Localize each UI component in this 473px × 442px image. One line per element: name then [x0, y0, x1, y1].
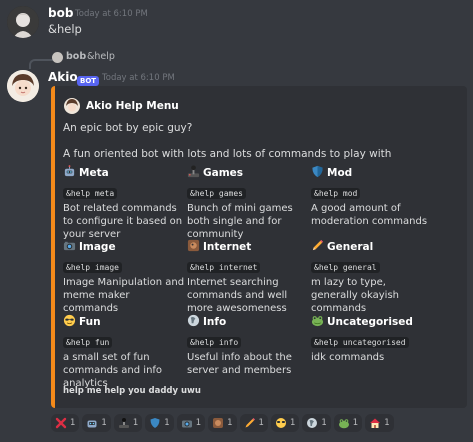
reaction-bar: 1 1 1 1 1 1 1 1 1 1 1 [51, 414, 394, 432]
username-bob[interactable]: bob [48, 6, 73, 20]
field-internet: Internet &help internet Internet searchi… [187, 239, 311, 315]
field-name: Uncategorised [327, 316, 413, 328]
reaction-count: 1 [352, 418, 359, 428]
field-code: &help info [187, 337, 242, 348]
field-meta: Meta &help meta Bot related commands to … [63, 165, 187, 241]
field-name: Mod [327, 167, 353, 179]
field-value: Bunch of mini games both single and for … [187, 203, 293, 240]
info-icon [307, 418, 318, 428]
reaction-shield[interactable]: 1 [145, 414, 174, 432]
reaction-count: 1 [321, 418, 327, 428]
field-uncategorised: Uncategorised &help uncategorised idk co… [311, 314, 461, 364]
embed-footer: help me help you daddy uwu [63, 386, 201, 396]
field-value: idk commands [311, 352, 385, 363]
joystick-icon [187, 165, 200, 178]
embed-description-line-2: A fun oriented bot with lots and lots of… [63, 148, 392, 160]
field-code: &help image [63, 262, 122, 273]
pencil-icon [312, 239, 324, 251]
field-value: a small set of fun commands and info ana… [63, 352, 163, 389]
reaction-house[interactable]: 1 [365, 414, 394, 432]
field-code: &help internet [187, 262, 261, 273]
field-name: Games [203, 167, 244, 179]
reply-text[interactable]: &help [87, 51, 115, 62]
reaction-x[interactable]: 1 [51, 414, 80, 432]
camera-icon [63, 241, 76, 251]
embed-description-line-1: An epic bot by epic guy? [63, 122, 193, 134]
frog-icon [338, 419, 349, 429]
field-name: Internet [203, 241, 252, 253]
reply-connector [29, 59, 53, 69]
robot-icon [64, 165, 75, 177]
house-icon [370, 418, 381, 428]
field-info: Info &help info Useful info about the se… [187, 314, 311, 377]
field-code: &help mod [311, 188, 361, 199]
reply-username[interactable]: bob [66, 51, 86, 62]
pencil-icon [245, 418, 255, 428]
field-value: Image Manipulation and meme maker comman… [63, 277, 185, 314]
field-code: &help general [311, 262, 380, 273]
globe-icon [187, 239, 200, 252]
bot-badge: BOT [77, 75, 100, 86]
reaction-count: 1 [289, 418, 296, 428]
field-name: Fun [79, 316, 101, 328]
field-code: &help uncategorised [311, 337, 409, 348]
field-image: Image &help image Image Manipulation and… [63, 239, 187, 315]
field-name: Info [203, 316, 227, 328]
field-value: Useful info about the server and members [187, 352, 292, 376]
reaction-count: 1 [227, 418, 233, 428]
reaction-camera[interactable]: 1 [176, 414, 206, 432]
field-value: Internet searching commands and well mor… [187, 277, 288, 314]
reaction-joystick[interactable]: 1 [113, 414, 143, 432]
field-mod: Mod &help mod A good amount of moderatio… [311, 165, 435, 228]
reaction-count: 1 [384, 418, 390, 428]
message-text: &help [48, 22, 82, 36]
help-embed: Akio Help Menu An epic bot by epic guy? … [51, 86, 467, 408]
user-avatar-bob[interactable] [7, 6, 39, 38]
embed-author-icon [64, 98, 80, 114]
field-code: &help meta [63, 188, 118, 199]
frog-icon [311, 316, 324, 327]
bot-avatar-akio[interactable] [7, 70, 39, 102]
field-code: &help games [187, 188, 246, 199]
reaction-count: 1 [258, 418, 264, 428]
field-name: General [327, 241, 374, 253]
field-value: m lazy to type, generally okayish comman… [311, 277, 399, 314]
field-value: Bot related commands to configure it bas… [63, 203, 183, 240]
globe-icon [213, 418, 224, 428]
reaction-frog[interactable]: 1 [333, 414, 363, 432]
reaction-count: 1 [70, 418, 76, 428]
reaction-count: 1 [164, 418, 170, 428]
field-fun: Fun &help fun a small set of fun command… [63, 314, 187, 390]
sunglasses-face-icon [63, 314, 76, 327]
sunglasses-face-icon [275, 418, 286, 428]
x-icon [55, 417, 67, 429]
embed-author: Akio Help Menu [86, 100, 179, 112]
reaction-sunglasses[interactable]: 1 [270, 414, 300, 432]
reaction-info[interactable]: 1 [302, 414, 331, 432]
bot-message-timestamp: Today at 6:10 PM [102, 73, 175, 83]
field-value: A good amount of moderation commands [311, 203, 428, 227]
info-icon [187, 314, 200, 327]
shield-icon [150, 418, 160, 428]
username-akio[interactable]: Akio [48, 70, 78, 84]
reaction-count: 1 [195, 418, 202, 428]
robot-icon [87, 420, 97, 428]
reaction-pencil[interactable]: 1 [239, 414, 268, 432]
field-name: Image [79, 241, 116, 253]
shield-icon [312, 165, 323, 178]
reaction-count: 1 [101, 418, 107, 428]
field-games: Games &help games Bunch of mini games bo… [187, 165, 311, 241]
reply-avatar [52, 52, 63, 63]
reaction-globe[interactable]: 1 [208, 414, 237, 432]
field-name: Meta [79, 167, 109, 179]
field-code: &help fun [63, 337, 113, 348]
camera-icon [181, 420, 192, 428]
message-timestamp: Today at 6:10 PM [75, 9, 148, 19]
reaction-robot[interactable]: 1 [82, 414, 111, 432]
field-general: General &help general m lazy to type, ge… [311, 239, 435, 315]
reaction-count: 1 [132, 418, 139, 428]
joystick-icon [118, 418, 129, 428]
